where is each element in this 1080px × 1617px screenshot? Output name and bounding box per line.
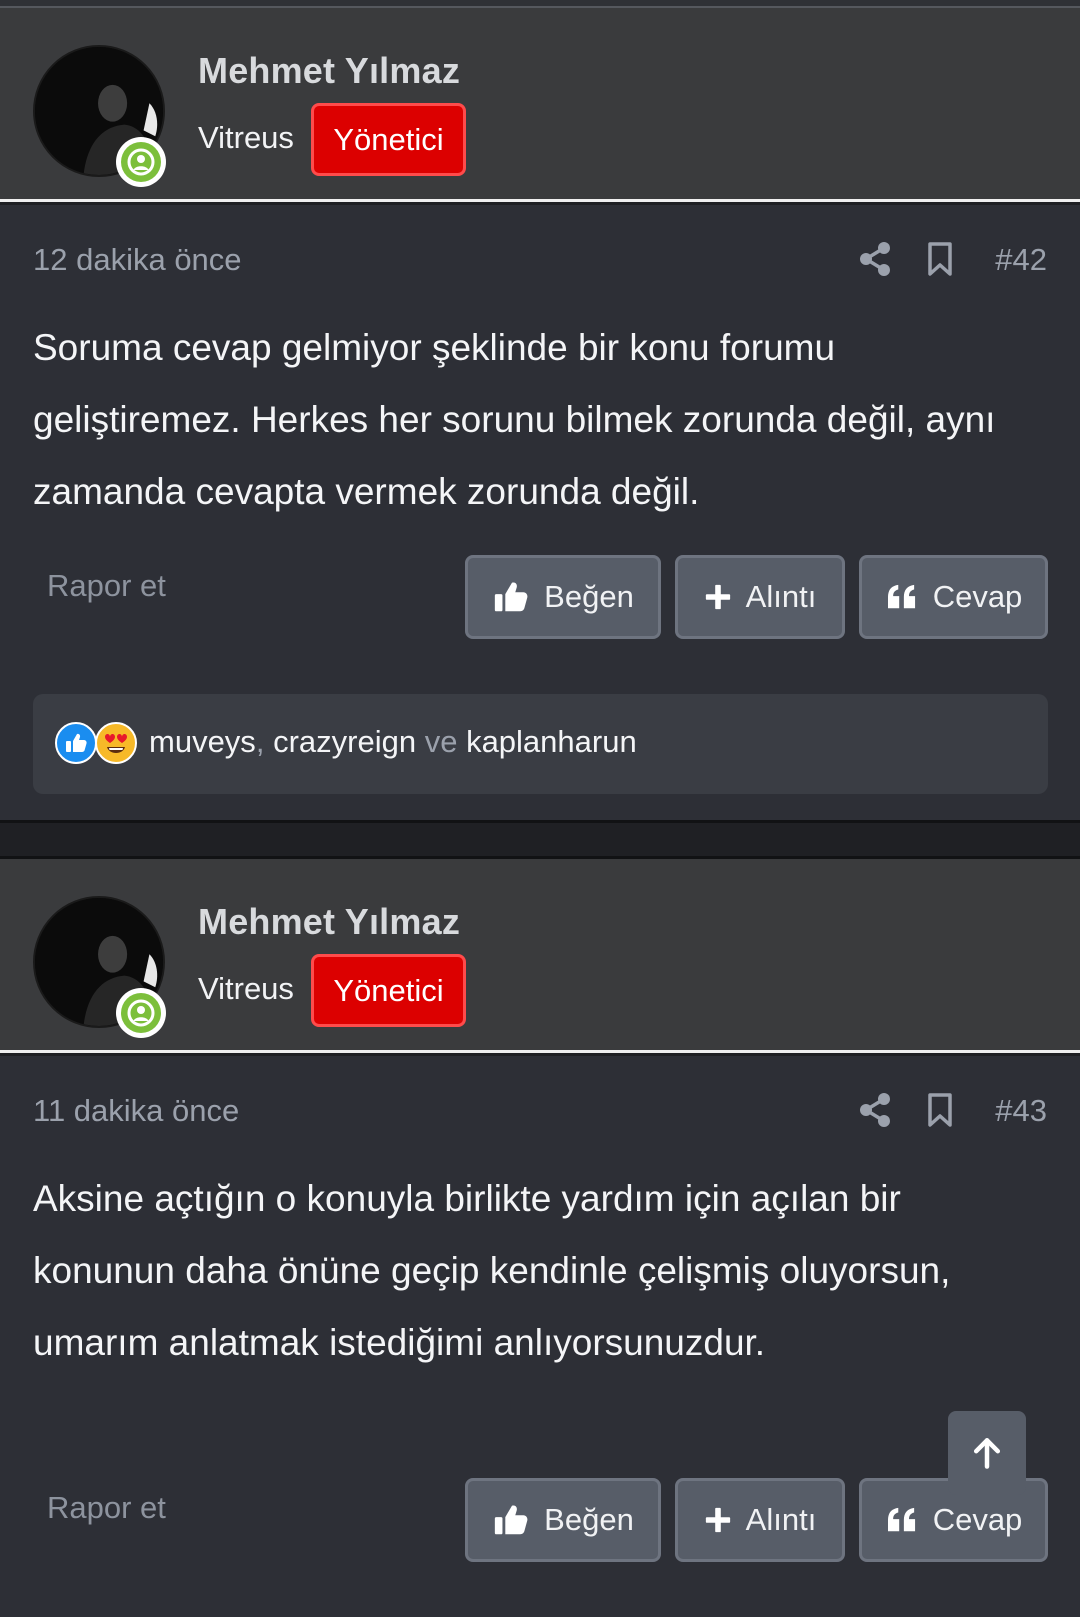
forum-thread: Mehmet Yılmaz Vitreus Yönetici 12 dakika… xyxy=(0,0,1080,1617)
like-label: Beğen xyxy=(544,579,634,614)
role-badge: Yönetici xyxy=(311,103,466,176)
quote-button[interactable]: Alıntı xyxy=(675,555,845,639)
report-link[interactable]: Rapor et xyxy=(47,568,166,604)
reactions-bar[interactable]: muveys, crazyreign ve kaplanharun xyxy=(33,694,1048,794)
reaction-and: ve xyxy=(424,724,458,759)
reply-label: Cevap xyxy=(932,579,1023,614)
online-status-badge xyxy=(116,988,166,1038)
reply-label: Cevap xyxy=(932,1502,1023,1537)
post-gap xyxy=(0,823,1080,858)
scroll-to-top-button[interactable] xyxy=(948,1411,1026,1495)
author-name[interactable]: Mehmet Yılmaz xyxy=(198,50,460,92)
role-badge: Yönetici xyxy=(311,954,466,1027)
post-timestamp[interactable]: 11 dakika önce xyxy=(33,1093,239,1129)
author-name[interactable]: Mehmet Yılmaz xyxy=(198,901,460,943)
bookmark-icon[interactable] xyxy=(920,239,960,279)
share-icon[interactable] xyxy=(855,239,895,279)
post-timestamp[interactable]: 12 dakika önce xyxy=(33,242,242,278)
reaction-users: muveys, crazyreign ve kaplanharun xyxy=(149,724,637,760)
quote-icon xyxy=(887,1507,915,1532)
reaction-user[interactable]: kaplanharun xyxy=(466,724,637,759)
user-online-icon xyxy=(127,999,155,1027)
author-title: Vitreus xyxy=(198,120,294,155)
love-reaction-icon xyxy=(95,722,137,764)
quote-icon xyxy=(887,584,915,609)
like-reaction-icon xyxy=(55,722,97,764)
post-author-header: Mehmet Yılmaz Vitreus Yönetici xyxy=(0,8,1080,202)
post-message: Soruma cevap gelmiyor şeklinde bir konu … xyxy=(33,327,996,512)
post-number[interactable]: #42 xyxy=(995,242,1047,278)
quote-button[interactable]: Alıntı xyxy=(675,1478,845,1562)
thumbs-up-icon xyxy=(495,1505,528,1535)
online-status-badge xyxy=(116,137,166,187)
bookmark-icon[interactable] xyxy=(920,1090,960,1130)
reply-button[interactable]: Cevap xyxy=(859,555,1048,639)
author-title: Vitreus xyxy=(198,971,294,1006)
reaction-separator: , xyxy=(255,724,265,759)
share-icon[interactable] xyxy=(855,1090,895,1130)
user-online-icon xyxy=(127,148,155,176)
plus-icon xyxy=(705,584,730,610)
reaction-user[interactable]: crazyreign xyxy=(273,724,416,759)
plus-icon xyxy=(705,1507,730,1533)
like-button[interactable]: Beğen xyxy=(465,1478,661,1562)
post-body: 12 dakika önce #42 Soruma cevap gelmiyor… xyxy=(0,205,1080,820)
post-body: 11 dakika önce #43 Aksine açtığın o konu… xyxy=(0,1056,1080,1617)
arrow-up-icon xyxy=(973,1438,1001,1469)
like-button[interactable]: Beğen xyxy=(465,555,661,639)
post-author-header: Mehmet Yılmaz Vitreus Yönetici xyxy=(0,859,1080,1053)
like-label: Beğen xyxy=(544,1502,634,1537)
quote-label: Alıntı xyxy=(745,579,817,614)
post-42: Mehmet Yılmaz Vitreus Yönetici 12 dakika… xyxy=(0,8,1080,820)
reaction-icons xyxy=(55,722,139,768)
report-link[interactable]: Rapor et xyxy=(47,1490,166,1526)
thumbs-up-icon xyxy=(495,582,528,612)
post-message: Aksine açtığın o konuyla birlikte yardım… xyxy=(33,1178,951,1363)
top-divider xyxy=(0,0,1080,8)
post-43: Mehmet Yılmaz Vitreus Yönetici 11 dakika… xyxy=(0,859,1080,1617)
post-number[interactable]: #43 xyxy=(995,1093,1047,1129)
reaction-user[interactable]: muveys xyxy=(149,724,256,759)
quote-label: Alıntı xyxy=(745,1502,817,1537)
